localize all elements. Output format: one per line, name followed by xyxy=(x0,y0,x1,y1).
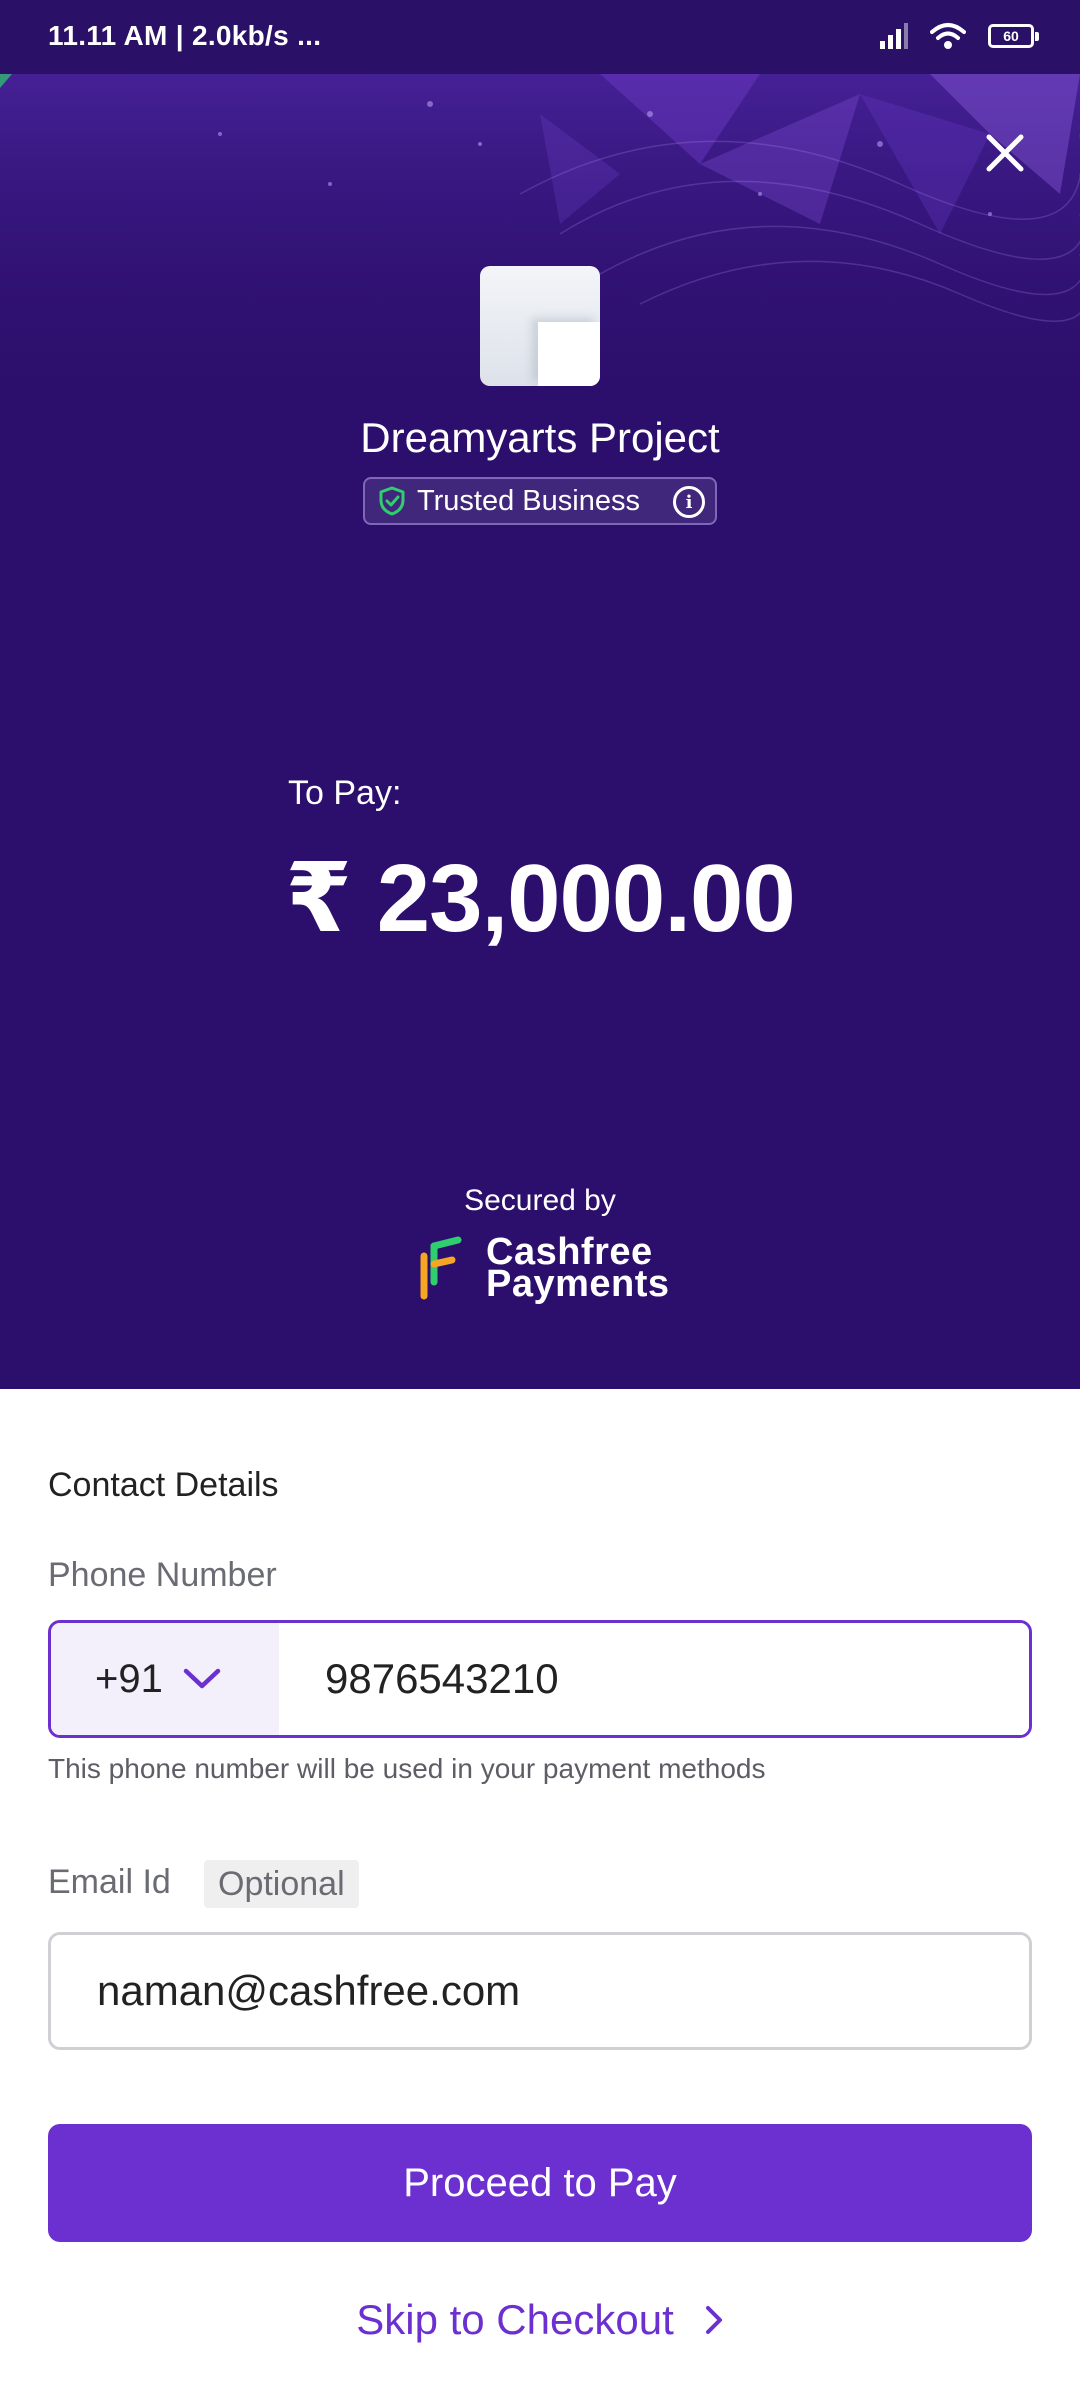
skip-to-checkout-link[interactable]: Skip to Checkout xyxy=(0,2296,1080,2344)
cashfree-payments-logo: Cashfree Payments xyxy=(418,1233,670,1305)
phone-helper-text: This phone number will be used in your p… xyxy=(48,1753,766,1784)
country-code-selector[interactable]: +91 xyxy=(51,1623,279,1735)
cashfree-logo-icon xyxy=(420,1236,462,1300)
logo-fold-shape xyxy=(538,322,600,386)
payment-amount: ₹ 23,000.00 xyxy=(285,845,796,952)
trusted-business-label: Trusted Business xyxy=(417,484,640,517)
secured-by-label: Secured by xyxy=(464,1184,616,1217)
proceed-to-pay-button[interactable]: Proceed to Pay xyxy=(48,2124,1032,2242)
email-id-label: Email Id xyxy=(48,1863,171,1901)
cashfree-wordmark: Cashfree Payments xyxy=(486,1233,670,1305)
merchant-logo xyxy=(480,266,600,386)
status-time: 11.11 AM | 2.0kb/s ... xyxy=(48,20,322,51)
battery-level: 60 xyxy=(1003,28,1019,44)
trusted-business-badge: Trusted Business i xyxy=(363,477,717,525)
shield-check-icon xyxy=(379,486,405,516)
close-button[interactable] xyxy=(970,118,1040,188)
contact-details-title: Contact Details xyxy=(48,1466,279,1504)
chevron-down-icon xyxy=(183,1668,221,1689)
status-bar: 11.11 AM | 2.0kb/s ... 60 xyxy=(0,0,1080,74)
status-icons: 60 xyxy=(880,22,1039,50)
wifi-icon xyxy=(930,23,966,49)
phone-number-input[interactable] xyxy=(279,1623,1029,1735)
battery-icon: 60 xyxy=(988,24,1039,48)
chevron-right-icon xyxy=(705,2306,722,2334)
optional-badge: Optional xyxy=(204,1860,359,1908)
signal-icon xyxy=(880,23,908,49)
phone-number-field: +91 xyxy=(48,1620,1032,1738)
country-code-value: +91 xyxy=(95,1656,163,1701)
merchant-name: Dreamyarts Project xyxy=(360,414,720,461)
cashfree-brand-line2: Payments xyxy=(486,1263,670,1305)
info-icon[interactable]: i xyxy=(673,486,705,518)
payment-header: Dreamyarts Project Trusted Business i To… xyxy=(0,74,1080,1389)
to-pay-label: To Pay: xyxy=(288,774,402,812)
phone-number-label: Phone Number xyxy=(48,1556,277,1594)
close-icon xyxy=(986,134,1024,172)
email-input[interactable] xyxy=(51,1935,1029,2047)
skip-to-checkout-label: Skip to Checkout xyxy=(356,2296,674,2343)
email-field xyxy=(48,1932,1032,2050)
